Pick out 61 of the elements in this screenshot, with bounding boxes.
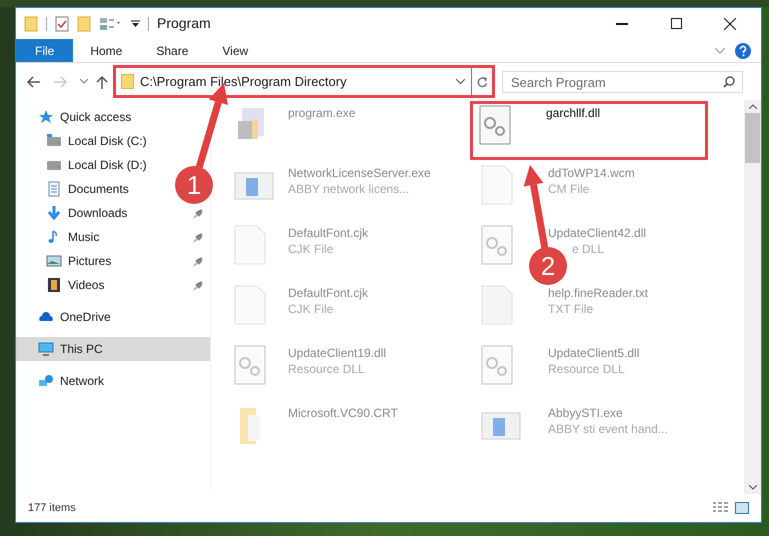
file-type: ABBY network licens...	[288, 181, 410, 197]
item-count: 177 items	[28, 500, 76, 516]
star-icon	[38, 109, 54, 125]
file-type: CJK File	[288, 301, 334, 317]
file-type: TXT File	[548, 301, 594, 317]
sidebar-item[interactable]: Downloads	[16, 201, 210, 225]
scroll-up-icon[interactable]	[748, 104, 756, 109]
scroll-down-icon[interactable]	[748, 485, 756, 490]
window-title: Program	[157, 14, 211, 33]
picture-icon	[46, 253, 62, 269]
address-path: C:\Program Files\Program Directory	[140, 72, 347, 91]
file-type: ABBY sti event hand...	[548, 421, 668, 437]
sidebar-item[interactable]: This PC	[16, 337, 210, 361]
computer-icon	[38, 341, 54, 357]
sidebar-item[interactable]: Local Disk (C:)	[16, 129, 166, 153]
file-type: CJK File	[288, 241, 334, 257]
scrollbar-thumb[interactable]	[745, 113, 760, 163]
ribbon-tab[interactable]: Share	[139, 39, 206, 62]
document-icon	[46, 181, 62, 197]
sidebar-item[interactable]: Videos	[16, 273, 210, 297]
dropdown-caret-icon[interactable]	[456, 78, 465, 84]
minimize-icon	[616, 22, 628, 24]
ribbon-tab[interactable]: Home	[73, 39, 140, 62]
back-arrow-icon[interactable]	[26, 76, 40, 88]
download-icon	[46, 205, 62, 221]
ribbon-tab[interactable]: File	[16, 39, 74, 62]
network-icon	[38, 373, 54, 389]
film-icon	[46, 277, 62, 293]
customize-caret-icon[interactable]	[131, 20, 140, 28]
search-icon[interactable]	[723, 76, 735, 88]
sidebar-item[interactable]: Quick access	[16, 105, 166, 129]
file-type: e DLL	[572, 241, 604, 257]
step-badge: 2	[529, 247, 567, 285]
refresh-icon	[476, 76, 488, 88]
file-type: CM File	[548, 181, 590, 197]
help-icon[interactable]	[735, 42, 751, 58]
folder-icon	[121, 74, 134, 89]
sidebar-item[interactable]: Network	[16, 369, 166, 393]
sidebar-item[interactable]: Documents	[16, 177, 166, 201]
step-badge: 1	[175, 166, 213, 204]
scrollbar[interactable]	[744, 100, 761, 494]
sidebar-item[interactable]: Pictures	[16, 249, 210, 273]
expand-ribbon-icon[interactable]	[715, 48, 725, 54]
large-icons-view-icon[interactable]	[735, 502, 749, 514]
properties-icon[interactable]	[55, 16, 69, 32]
search-field[interactable]: Search Program	[502, 71, 743, 93]
close-icon	[724, 18, 736, 30]
up-arrow-icon[interactable]	[96, 74, 108, 88]
drive-icon	[46, 133, 62, 149]
sidebar-item[interactable]: OneDrive	[16, 305, 166, 329]
sidebar-item[interactable]: Music	[16, 225, 210, 249]
maximize-icon	[670, 18, 682, 29]
file-name[interactable]: garchllf.dll	[546, 105, 600, 121]
file-type: Resource DLL	[288, 361, 365, 377]
recent-caret-icon[interactable]	[80, 79, 88, 84]
file-type: Resource DLL	[548, 361, 625, 377]
highlight-frame[interactable]: garchllf.dll	[471, 102, 707, 159]
view-icon[interactable]	[99, 16, 123, 30]
ribbon-tab[interactable]: View	[205, 39, 266, 62]
details-view-icon[interactable]	[713, 502, 729, 514]
sidebar-item[interactable]: Local Disk (D:)	[16, 153, 166, 177]
